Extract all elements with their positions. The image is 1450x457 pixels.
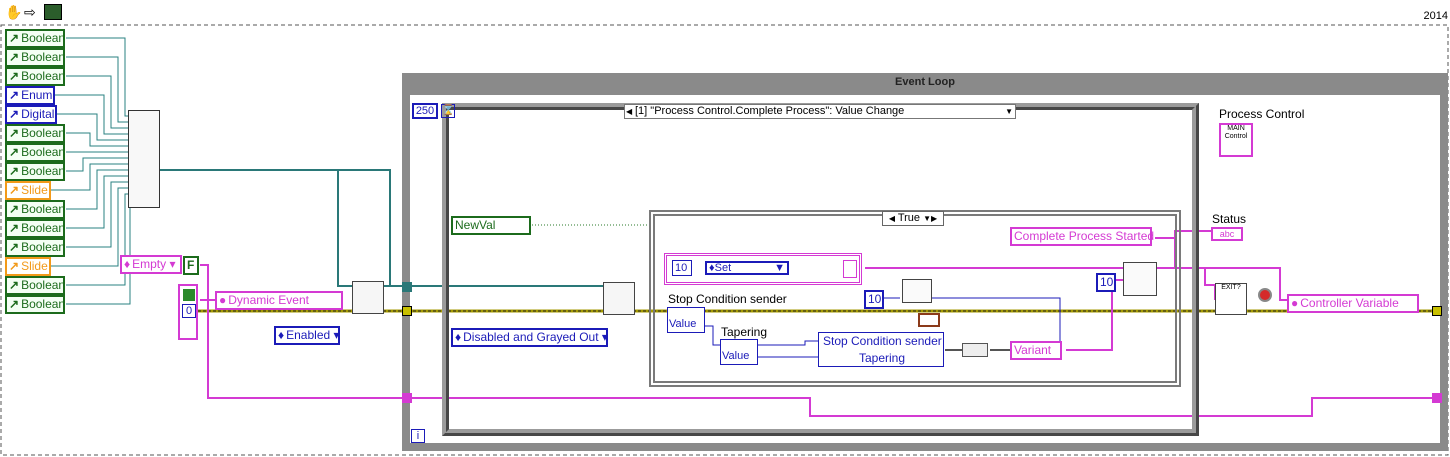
dynamic-event-terminal[interactable]: ● Dynamic Event bbox=[215, 291, 343, 310]
control-terminal-enum[interactable]: ↗ Enum bbox=[5, 86, 55, 105]
to-variant-node[interactable] bbox=[962, 343, 988, 357]
bundle-field-tapering: Tapering bbox=[859, 351, 906, 365]
newval-terminal[interactable]: NewVal bbox=[451, 216, 531, 235]
reference-icon: ↗ bbox=[9, 278, 20, 292]
version-label: 2014 bbox=[1423, 10, 1448, 22]
main-control-icon[interactable]: MAIN Control bbox=[1219, 123, 1253, 157]
controller-variable-terminal[interactable]: ● Controller Variable bbox=[1287, 294, 1419, 313]
reference-icon: ↗ bbox=[9, 107, 20, 121]
prev-case-icon[interactable]: ◀ bbox=[889, 214, 895, 223]
control-terminal-boolean[interactable]: ↗ Boolean bbox=[5, 124, 65, 143]
control-terminal-boolean[interactable]: ↗ Boolean bbox=[5, 48, 65, 67]
control-terminal-boolean[interactable]: ↗ Boolean bbox=[5, 276, 65, 295]
dynamic-event-icon: ● bbox=[219, 293, 227, 307]
arrow-icon[interactable]: ⇨ bbox=[24, 4, 40, 20]
bundle-field-stop: Stop Condition sender bbox=[823, 334, 942, 348]
controller-variable-icon: ● bbox=[1291, 296, 1299, 310]
false-constant[interactable]: F bbox=[183, 256, 199, 275]
control-terminal-boolean[interactable]: ↗ Boolean bbox=[5, 29, 65, 48]
set-variant-box bbox=[843, 260, 857, 278]
set-enum[interactable]: ♦Set ▼ bbox=[705, 261, 789, 275]
control-terminal-boolean[interactable]: ↗ Boolean bbox=[5, 143, 65, 162]
enum-arrow-icon: ♦ bbox=[124, 257, 131, 271]
unbundle-tapering-node[interactable]: Value bbox=[720, 339, 758, 365]
disabled-grayed-enum[interactable]: ♦ Disabled and Grayed Out ▾ bbox=[451, 328, 608, 347]
reference-icon: ↗ bbox=[9, 259, 20, 273]
insert-into-array-node-a[interactable] bbox=[902, 279, 932, 303]
reference-icon: ↗ bbox=[9, 126, 20, 140]
status-label: Status bbox=[1212, 212, 1247, 226]
timeout-constant[interactable]: 250 bbox=[412, 103, 438, 119]
labview-icon[interactable] bbox=[44, 4, 62, 20]
event-loop-title: Event Loop bbox=[895, 76, 955, 88]
empty-enum-constant[interactable]: ♦ Empty ▾ bbox=[120, 255, 182, 274]
property-node-disable[interactable] bbox=[603, 282, 635, 315]
exit-icon[interactable]: EXIT? bbox=[1215, 283, 1247, 315]
complete-started-constant[interactable]: Complete Process Started bbox=[1010, 227, 1154, 246]
false-constant-inner bbox=[183, 289, 195, 301]
tapering-label: Tapering bbox=[721, 325, 768, 339]
status-indicator[interactable]: abc bbox=[1211, 227, 1243, 241]
control-terminal-boolean[interactable]: ↗ Boolean bbox=[5, 219, 65, 238]
control-terminal-boolean[interactable]: ↗ Boolean bbox=[5, 200, 65, 219]
reference-icon: ↗ bbox=[9, 240, 20, 254]
stop-value: Value bbox=[669, 318, 697, 330]
control-terminal-slide[interactable]: ↗ Slide bbox=[5, 181, 51, 200]
stop-button-icon[interactable] bbox=[1258, 288, 1272, 302]
zero-constant[interactable]: 0 bbox=[182, 304, 196, 318]
reference-icon: ↗ bbox=[9, 69, 20, 83]
enum-arrow-icon: ♦ bbox=[278, 328, 285, 342]
control-terminal-boolean[interactable]: ↗ Boolean bbox=[5, 238, 65, 257]
case-dropdown-icon[interactable]: ▼ bbox=[1005, 105, 1013, 118]
reference-icon: ↗ bbox=[9, 183, 20, 197]
set-number[interactable]: 10 bbox=[672, 260, 692, 276]
register-events-node[interactable] bbox=[352, 281, 384, 314]
prev-case-icon[interactable]: ◀ bbox=[626, 105, 632, 118]
bundle-cluster-node[interactable] bbox=[128, 110, 160, 208]
reference-icon: ↗ bbox=[9, 221, 20, 235]
case-selector[interactable]: ◀ True ▼▶ bbox=[882, 211, 944, 226]
tunnel-yellow-right bbox=[1432, 306, 1442, 316]
set-cluster-constant[interactable]: 10 ♦Set ▼ bbox=[664, 253, 862, 285]
reference-icon: ↗ bbox=[9, 31, 20, 45]
control-terminal-boolean[interactable]: ↗ Boolean bbox=[5, 67, 65, 86]
control-terminal-boolean[interactable]: ↗ Boolean bbox=[5, 162, 65, 181]
reference-icon: ↗ bbox=[9, 164, 20, 178]
cluster-constant-icon bbox=[918, 313, 940, 327]
tunnel-yellow-left bbox=[402, 306, 412, 316]
enum-arrow-icon: ♦ bbox=[455, 330, 462, 344]
stop-sender-label: Stop Condition sender bbox=[668, 292, 787, 306]
reference-icon: ↗ bbox=[9, 50, 20, 64]
reference-icon: ↗ bbox=[9, 297, 20, 311]
event-reg-cluster[interactable]: 0 bbox=[178, 284, 198, 340]
tapering-value: Value bbox=[722, 350, 750, 362]
hand-icon[interactable]: ✋ bbox=[5, 4, 22, 20]
tunnel-teal-left bbox=[402, 282, 412, 292]
unbundle-stop-node[interactable]: Value bbox=[667, 307, 705, 333]
insert-into-array-node-b[interactable] bbox=[1123, 262, 1157, 296]
case-dropdown-icon[interactable]: ▼▶ bbox=[923, 214, 937, 223]
enabled-enum[interactable]: ♦ Enabled ▾ bbox=[274, 326, 340, 345]
bundle-by-name-node[interactable]: Stop Condition sender Tapering bbox=[818, 332, 944, 367]
control-terminal-digital[interactable]: ↗ Digital bbox=[5, 105, 57, 124]
reference-icon: ↗ bbox=[9, 145, 20, 159]
reference-icon: ↗ bbox=[9, 202, 20, 216]
hourglass-icon: ⌛ bbox=[441, 104, 455, 118]
variant-terminal[interactable]: Variant bbox=[1010, 341, 1062, 360]
const-ten-b[interactable]: 10 bbox=[1096, 273, 1116, 292]
event-case-selector[interactable]: ◀ [1] "Process Control.Complete Process"… bbox=[624, 104, 1016, 119]
reference-icon: ↗ bbox=[9, 88, 20, 102]
const-ten-a[interactable]: 10 bbox=[864, 290, 884, 309]
control-terminal-slide[interactable]: ↗ Slide bbox=[5, 257, 51, 276]
process-control-label: Process Control bbox=[1219, 107, 1305, 121]
tunnel-pink-right bbox=[1432, 393, 1442, 403]
iteration-terminal: i bbox=[411, 429, 425, 443]
control-terminal-boolean[interactable]: ↗ Boolean bbox=[5, 295, 65, 314]
tunnel-pink-left bbox=[402, 393, 412, 403]
